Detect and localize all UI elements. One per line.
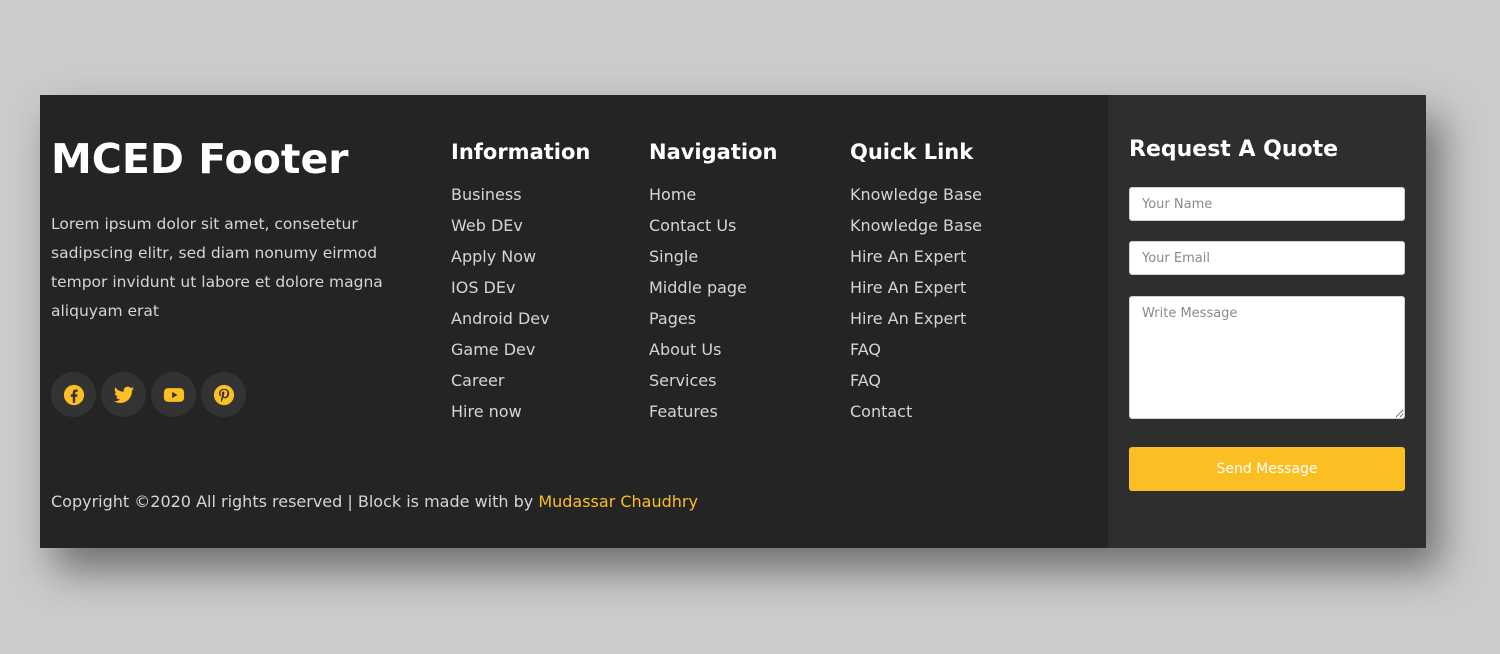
quick-link[interactable]: Hire An Expert [850,241,982,272]
facebook-icon [63,384,84,405]
navigation-heading: Navigation [649,140,778,164]
quote-title: Request A Quote [1129,137,1339,162]
navigation-link[interactable]: Pages [649,303,777,334]
information-heading: Information [451,140,591,164]
footer-main: MCED Footer Lorem ipsum dolor sit amet, … [40,95,1108,548]
navigation-link[interactable]: Features [649,396,777,427]
navigation-column: Navigation Home Contact Us Single Middle… [649,140,777,427]
information-link[interactable]: IOS DEv [451,272,590,303]
footer: MCED Footer Lorem ipsum dolor sit amet, … [40,95,1426,548]
quick-link-heading: Quick Link [850,140,974,164]
information-link[interactable]: Game Dev [451,334,590,365]
copyright-text: Copyright ©2020 All rights reserved | Bl… [51,492,539,511]
navigation-link[interactable]: Single [649,241,777,272]
quick-link[interactable]: Hire An Expert [850,303,982,334]
navigation-link[interactable]: Services [649,365,777,396]
quick-link[interactable]: Contact [850,396,982,427]
navigation-link[interactable]: Contact Us [649,210,777,241]
quick-link[interactable]: Knowledge Base [850,210,982,241]
send-message-button[interactable]: Send Message [1129,447,1405,491]
youtube-icon [163,387,184,402]
pinterest-link[interactable] [201,372,246,417]
quick-link[interactable]: Hire An Expert [850,272,982,303]
information-column: Information Business Web DEv Apply Now I… [451,140,590,427]
youtube-link[interactable] [151,372,196,417]
quick-link-list: Knowledge Base Knowledge Base Hire An Ex… [850,179,982,427]
copyright: Copyright ©2020 All rights reserved | Bl… [51,492,698,511]
information-list: Business Web DEv Apply Now IOS DEv Andro… [451,179,590,427]
navigation-list: Home Contact Us Single Middle page Pages… [649,179,777,427]
information-link[interactable]: Apply Now [451,241,590,272]
twitter-icon [113,386,134,403]
pinterest-icon [213,384,234,405]
social-links [51,372,246,417]
navigation-link[interactable]: About Us [649,334,777,365]
brand-description: Lorem ipsum dolor sit amet, consetetur s… [51,215,383,320]
message-textarea[interactable] [1129,296,1405,419]
quick-link-column: Quick Link Knowledge Base Knowledge Base… [850,140,982,427]
quick-link[interactable]: FAQ [850,365,982,396]
information-link[interactable]: Career [451,365,590,396]
quick-link[interactable]: Knowledge Base [850,179,982,210]
quick-link[interactable]: FAQ [850,334,982,365]
brand-title: MCED Footer [51,135,349,183]
information-link[interactable]: Android Dev [451,303,590,334]
quote-panel: Request A Quote Send Message [1108,95,1426,548]
information-link[interactable]: Business [451,179,590,210]
facebook-link[interactable] [51,372,96,417]
name-input[interactable] [1129,187,1405,221]
twitter-link[interactable] [101,372,146,417]
navigation-link[interactable]: Middle page [649,272,777,303]
email-input[interactable] [1129,241,1405,275]
information-link[interactable]: Web DEv [451,210,590,241]
navigation-link[interactable]: Home [649,179,777,210]
author-link[interactable]: Mudassar Chaudhry [538,492,698,511]
information-link[interactable]: Hire now [451,396,590,427]
